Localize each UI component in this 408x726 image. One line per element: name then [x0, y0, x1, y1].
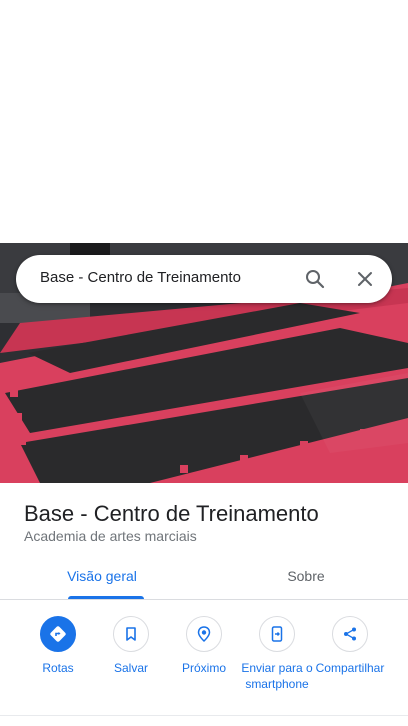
send-to-phone-button[interactable]: Enviar para o smartphone: [239, 614, 315, 692]
send-to-phone-icon: [259, 616, 295, 652]
active-tab-indicator: [68, 596, 144, 599]
directions-label: Rotas: [42, 661, 74, 675]
nearby-button[interactable]: Próximo: [166, 614, 242, 676]
bookmark-icon: [113, 616, 149, 652]
tab-bar: Visão geral Sobre: [0, 556, 408, 600]
directions-button[interactable]: Rotas: [20, 614, 96, 676]
divider: [0, 715, 408, 716]
search-bar[interactable]: Base - Centro de Treinamento: [16, 255, 392, 303]
directions-icon: [40, 616, 76, 652]
tab-overview[interactable]: Visão geral: [0, 556, 204, 600]
place-category[interactable]: Academia de artes marciais: [24, 528, 197, 544]
nearby-icon: [186, 616, 222, 652]
nearby-label: Próximo: [181, 661, 226, 675]
place-title: Base - Centro de Treinamento: [24, 501, 319, 526]
map-area-blank: [0, 0, 408, 243]
share-button[interactable]: Compartilhar: [312, 614, 388, 676]
search-input[interactable]: Base - Centro de Treinamento: [40, 269, 241, 286]
send-to-phone-label: Enviar para o smartphone: [241, 661, 313, 691]
share-label: Compartilhar: [315, 661, 385, 675]
tab-about[interactable]: Sobre: [204, 556, 408, 600]
share-icon: [332, 616, 368, 652]
close-icon[interactable]: [353, 267, 377, 291]
search-icon[interactable]: [303, 267, 327, 291]
save-label: Salvar: [113, 661, 148, 675]
action-buttons-row: Rotas Salvar Próximo Enviar para o smart…: [0, 614, 408, 714]
save-button[interactable]: Salvar: [93, 614, 169, 676]
